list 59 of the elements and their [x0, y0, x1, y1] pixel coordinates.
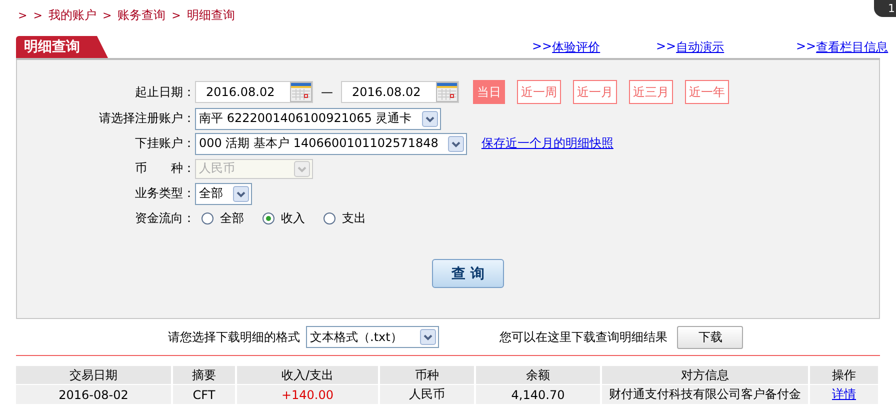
date-separator: — — [321, 85, 333, 99]
query-button[interactable]: 查 询 — [432, 259, 504, 288]
field-label: 请选择注册账户： — [98, 110, 195, 127]
radio-option[interactable]: 收入 — [262, 210, 305, 227]
field-label: 业务类型： — [134, 185, 195, 202]
table-cell: CFT — [172, 384, 236, 404]
column-header: 摘要 — [172, 366, 236, 384]
caret-icon — [294, 160, 310, 176]
breadcrumb-separator: > — [18, 8, 28, 22]
link-prefix: >> — [796, 38, 816, 54]
format-prompt: 请您选择下载明细的格式 — [168, 328, 300, 346]
calendar-icon[interactable] — [436, 82, 458, 102]
link-prefix: >> — [532, 38, 552, 52]
calendar-icon[interactable] — [290, 82, 312, 102]
header-link[interactable]: 查看栏目信息 — [816, 38, 888, 56]
column-header: 对方信息 — [601, 366, 809, 384]
field-label: 资金流向： — [134, 210, 195, 227]
download-hint: 您可以在这里下载查询明细结果 — [499, 328, 668, 346]
header-link[interactable]: 自动演示 — [676, 38, 724, 56]
breadcrumb-link[interactable]: 我的账户 — [48, 6, 96, 24]
column-header: 余额 — [475, 366, 601, 384]
dropdown[interactable]: 000 活期 基本户 1406600101102571848 — [195, 132, 468, 154]
download-button[interactable]: 下载 — [677, 326, 744, 348]
table-cell: 4,140.70 — [475, 384, 601, 404]
caret-icon — [420, 329, 436, 345]
notification-badge[interactable]: 1 — [874, 0, 896, 17]
column-header: 交易日期 — [16, 366, 172, 384]
date-field[interactable]: 2016.08.02 — [195, 81, 313, 103]
header-link[interactable]: 体验评价 — [552, 38, 600, 56]
radio-option[interactable]: 支出 — [323, 210, 366, 227]
breadcrumb-separator: > — [33, 8, 42, 22]
date-field[interactable]: 2016.08.02 — [341, 81, 459, 103]
field-label: 下挂账户： — [134, 135, 195, 152]
radio-icon[interactable] — [323, 212, 336, 225]
dropdown[interactable]: 南平 6222001406100921065 灵通卡 — [195, 108, 441, 130]
section-tab[interactable]: 明细查询 — [16, 36, 108, 58]
dropdown[interactable]: 全部 — [195, 182, 252, 204]
field-label: 币 种： — [134, 160, 195, 177]
table-cell: 财付通支付科技有限公司客户备付金 — [601, 384, 809, 404]
table-cell: +140.00 — [236, 384, 379, 404]
link-prefix: >> — [656, 38, 676, 54]
breadcrumb-link[interactable]: 账务查询 — [118, 6, 166, 24]
column-header: 操作 — [809, 366, 879, 384]
caret-icon — [422, 110, 438, 126]
radio-icon[interactable] — [201, 212, 214, 225]
breadcrumb-separator: > — [102, 8, 112, 22]
snapshot-link[interactable]: 保存近一个月的明细快照 — [481, 135, 614, 152]
caret-icon — [233, 186, 249, 202]
radio-icon[interactable] — [262, 212, 275, 225]
table-cell: 人民币 — [379, 384, 475, 404]
column-header: 币种 — [379, 366, 475, 384]
caret-icon — [448, 136, 464, 152]
format-dropdown[interactable]: 文本格式（.txt） — [306, 326, 440, 348]
breadcrumb-separator: > — [172, 8, 181, 22]
column-header: 收入/支出 — [236, 366, 379, 384]
field-label: 起止日期： — [134, 84, 195, 100]
table-cell: 2016-08-02 — [16, 384, 172, 404]
radio-option[interactable]: 全部 — [201, 210, 244, 227]
breadcrumb-link[interactable]: 明细查询 — [186, 6, 235, 24]
